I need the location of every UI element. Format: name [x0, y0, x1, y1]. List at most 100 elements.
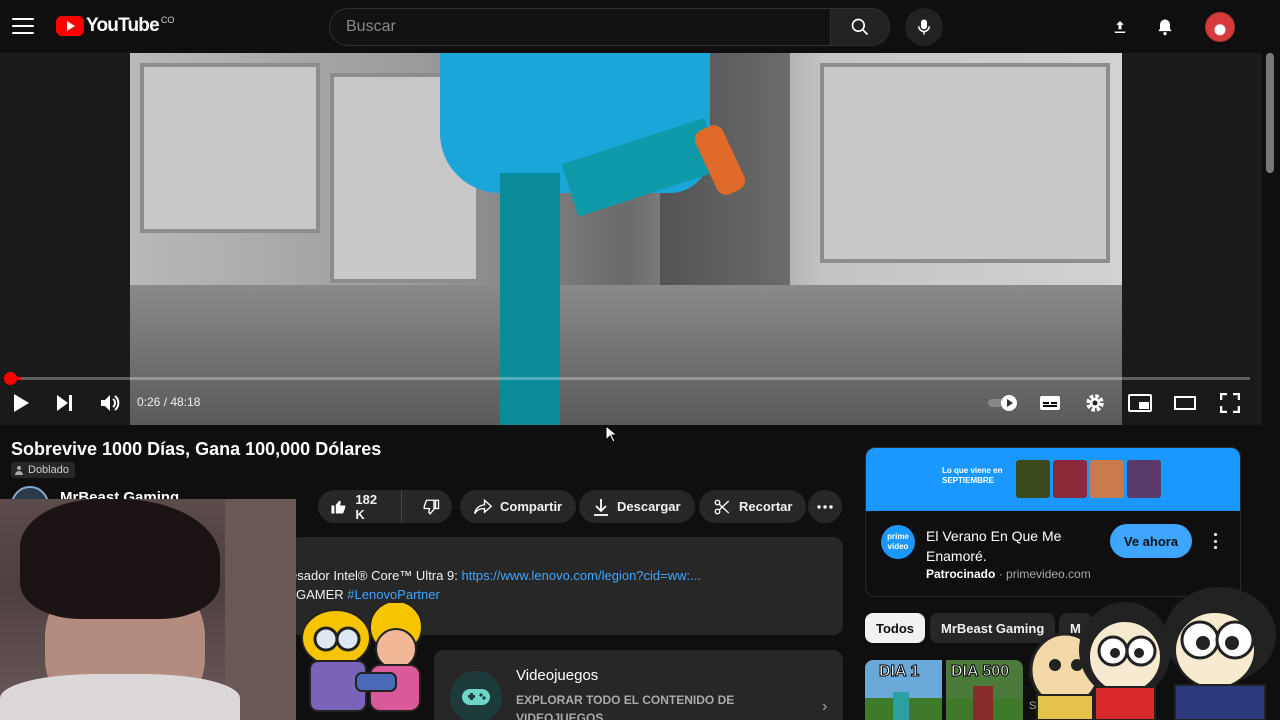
hashtag-link[interactable]: #LenovoPartner — [347, 587, 440, 602]
ad-cta-button[interactable]: Ve ahora — [1110, 524, 1192, 558]
ad-domain: primevideo.com — [1006, 567, 1091, 581]
youtube-logo[interactable]: YouTube CO — [56, 15, 174, 37]
logo-text: YouTube — [86, 15, 160, 36]
menu-icon[interactable] — [12, 16, 34, 36]
thumbnail-character — [893, 692, 909, 720]
share-label: Compartir — [500, 499, 563, 514]
person-voice-icon — [15, 466, 23, 475]
more-horizontal-icon — [817, 504, 833, 509]
progress-scrubber[interactable] — [4, 372, 17, 385]
miniplayer-button[interactable] — [1127, 391, 1153, 415]
logo-line: video — [887, 542, 909, 551]
voice-search-button[interactable] — [905, 8, 943, 46]
video-title: Sobrevive 1000 Días, Gana 100,000 Dólare… — [11, 439, 382, 459]
logo-line: prime — [887, 532, 909, 541]
clip-label: Recortar — [739, 499, 793, 514]
subtitles-button[interactable] — [1038, 391, 1062, 415]
bell-icon — [1158, 19, 1172, 36]
thumbnail-text-right: DIA 500 — [950, 663, 1010, 681]
video-scene-panel — [820, 63, 1110, 263]
search-button[interactable] — [830, 8, 890, 46]
webcam-overlay — [0, 499, 296, 720]
like-button[interactable]: 182 K — [318, 490, 402, 523]
create-button[interactable] — [1105, 12, 1135, 42]
thumbs-up-icon — [331, 499, 346, 514]
ad-poster — [1016, 460, 1050, 498]
theater-mode-button[interactable] — [1172, 391, 1198, 415]
description-text: GAMER — [296, 587, 348, 602]
download-button[interactable]: Descargar — [579, 490, 695, 523]
play-icon — [14, 394, 29, 412]
dislike-button[interactable] — [410, 490, 452, 523]
video-scene-person-leg — [500, 173, 560, 425]
gaming-card-subtitle: EXPLORAR TODO EL CONTENIDO DE VIDEOJUEGO… — [516, 693, 735, 720]
description-line: esador Intel® Core™ Ultra 9: https://www… — [290, 568, 701, 583]
dubbed-badge-label: Doblado — [28, 464, 69, 476]
clip-button[interactable]: Recortar — [699, 490, 807, 523]
account-avatar[interactable] — [1205, 12, 1235, 42]
ad-card[interactable]: Lo que viene en SEPTIEMBRE prime video E… — [865, 447, 1241, 597]
more-actions-button[interactable] — [808, 490, 842, 523]
youtube-play-icon — [56, 16, 84, 36]
search-input[interactable] — [329, 8, 831, 46]
video-scene-floor — [130, 285, 1122, 425]
thumbnail-divider — [942, 660, 946, 720]
ad-banner[interactable]: Lo que viene en SEPTIEMBRE — [866, 448, 1240, 511]
ad-meta: Patrocinado · primevideo.com — [926, 567, 1091, 581]
next-button[interactable] — [54, 391, 76, 415]
scissors-icon — [714, 499, 730, 514]
ad-poster — [1090, 460, 1124, 498]
description-text: esador Intel® Core™ Ultra 9: — [290, 568, 462, 583]
webcam-person-shirt — [0, 674, 240, 720]
cartoon-sticker — [1029, 587, 1276, 720]
video-frame[interactable] — [130, 53, 1122, 425]
top-bar: YouTube CO — [0, 0, 1280, 53]
dubbed-badge: Doblado — [11, 462, 75, 478]
like-count: 182 K — [355, 491, 378, 522]
progress-bar[interactable] — [10, 377, 1250, 380]
webcam-background-door — [225, 499, 296, 720]
theater-mode-icon — [1174, 396, 1196, 410]
video-player[interactable]: 0:26 / 48:18 — [0, 53, 1262, 425]
video-scene-panel — [140, 63, 320, 233]
notifications-button[interactable] — [1150, 12, 1180, 42]
ad-banner-line: SEPTIEMBRE — [942, 476, 995, 485]
miniplayer-icon — [1128, 394, 1152, 412]
upload-icon — [1114, 21, 1126, 33]
mouse-cursor — [605, 425, 617, 443]
description-link[interactable]: https://www.lenovo.com/legion?cid=ww:... — [461, 568, 701, 583]
fullscreen-icon — [1220, 393, 1240, 413]
download-icon — [594, 498, 608, 516]
fullscreen-button[interactable] — [1217, 391, 1243, 415]
ad-poster — [1127, 460, 1161, 498]
volume-button[interactable] — [98, 391, 122, 415]
page-scrollbar[interactable] — [1266, 53, 1274, 173]
ad-poster — [1053, 460, 1087, 498]
chip-all[interactable]: Todos — [865, 613, 926, 643]
chevron-right-icon: › — [822, 698, 828, 715]
prime-video-logo: prime video — [881, 525, 915, 559]
download-label: Descargar — [617, 499, 681, 514]
autoplay-toggle-icon — [988, 395, 1017, 411]
thumbnail-text-left: DIA 1 — [878, 663, 920, 681]
share-button[interactable]: Compartir — [460, 490, 577, 523]
next-icon — [57, 395, 72, 411]
gamepad-icon — [450, 671, 502, 720]
logo-country-code: CO — [160, 15, 175, 25]
webcam-person-hair — [20, 499, 220, 619]
share-icon — [474, 498, 492, 514]
more-vertical-icon[interactable] — [1208, 530, 1222, 552]
thumbnail-character — [973, 686, 993, 720]
autoplay-toggle[interactable] — [986, 391, 1020, 415]
ad-title[interactable]: El Verano En Que Me Enamoré. — [926, 526, 1096, 566]
gaming-card-title: Videojuegos — [516, 667, 599, 684]
search-icon — [851, 18, 869, 36]
recommended-video-thumbnail[interactable]: DIA 1 DIA 500 — [865, 660, 1023, 720]
play-button[interactable] — [10, 391, 32, 415]
settings-button[interactable] — [1083, 391, 1107, 415]
gear-icon — [1086, 394, 1104, 412]
volume-icon — [101, 395, 120, 411]
character-sticker — [301, 603, 423, 712]
sponsored-label: Patrocinado — [926, 567, 996, 581]
description-line: GAMER #LenovoPartner — [296, 587, 440, 602]
